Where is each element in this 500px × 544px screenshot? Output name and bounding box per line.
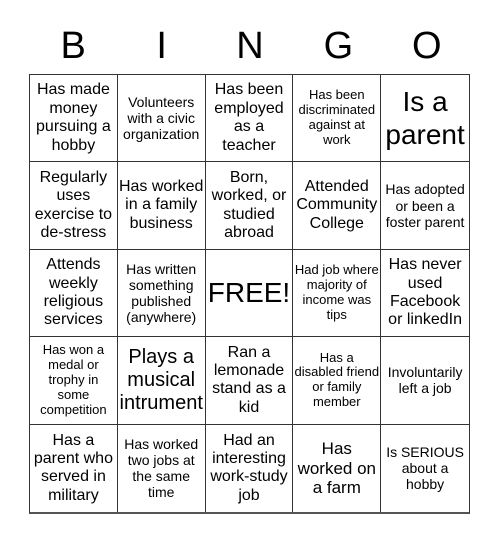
bingo-cell[interactable]: Has made money pursuing a hobby [30, 75, 118, 163]
bingo-cell[interactable]: Plays a musical intrument [117, 337, 206, 425]
bingo-cell[interactable]: Has a disabled friend or family member [293, 337, 382, 425]
bingo-cell[interactable]: Had an interesting work-study job [206, 424, 294, 512]
bingo-cell[interactable]: Regularly uses exercise to de-stress [30, 162, 118, 250]
free-space[interactable]: FREE! [205, 249, 294, 338]
bingo-cell[interactable]: Is SERIOUS about a hobby [381, 425, 469, 512]
bingo-cell[interactable]: Ran a lemonade stand as a kid [205, 337, 294, 425]
bingo-cell[interactable]: Has worked in a family business [117, 162, 206, 250]
bingo-card: Has made money pursuing a hobby Voluntee… [29, 74, 470, 514]
bingo-cell[interactable]: Has written something published (anywher… [117, 249, 206, 338]
bingo-cell[interactable]: Is a parent [381, 75, 469, 163]
bingo-cell[interactable]: Involuntarily left a job [381, 337, 469, 425]
bingo-cell[interactable]: Has never used Facebook or linkedIn [381, 250, 469, 338]
bingo-cell[interactable]: Has been employed as a teacher [205, 75, 294, 163]
header-letter-o: O [412, 25, 442, 67]
header-letter-i: I [156, 25, 167, 67]
header-letter-b: B [60, 25, 86, 67]
bingo-cell[interactable]: Has a parent who served in military [30, 424, 118, 512]
bingo-cell[interactable]: Has won a medal or trophy in some compet… [30, 337, 118, 425]
bingo-cell[interactable]: Has been discriminated against at work [293, 75, 382, 163]
bingo-cell[interactable]: Had job where majority of income was tip… [293, 249, 382, 338]
bingo-cell[interactable]: Has worked on a farm [293, 424, 382, 512]
bingo-cell[interactable]: Has worked two jobs at the same time [118, 424, 206, 512]
bingo-cell[interactable]: Has adopted or been a foster parent [381, 162, 469, 250]
bingo-cell[interactable]: Attended Community College [293, 162, 382, 250]
bingo-cell[interactable]: Volunteers with a civic organization [117, 75, 206, 163]
bingo-cell[interactable]: Born, worked, or studied abroad [205, 162, 294, 250]
header-letter-g: G [323, 25, 354, 67]
bingo-cell[interactable]: Attends weekly religious services [30, 249, 118, 338]
bingo-header: B I N G O [29, 18, 471, 74]
header-letter-n: N [236, 25, 264, 67]
